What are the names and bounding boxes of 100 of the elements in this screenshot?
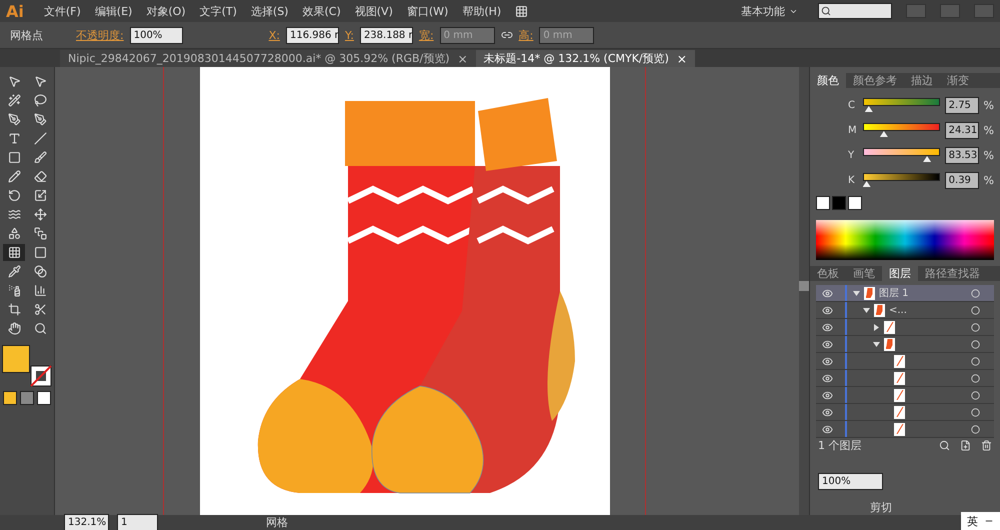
channel-value-field[interactable]: 2.75 (944, 96, 979, 114)
none-mode-swatch[interactable] (37, 391, 51, 405)
color-mode-swatch[interactable] (3, 391, 17, 405)
menu-item[interactable]: 编辑(E) (94, 4, 132, 18)
panel-tab[interactable]: 画笔 (846, 266, 882, 281)
layer-row[interactable] (816, 370, 994, 387)
menu-item[interactable]: 窗口(W) (406, 4, 448, 18)
menu-item[interactable]: 文字(T) (200, 4, 237, 18)
channel-slider[interactable] (862, 123, 940, 137)
channel-value-field[interactable]: 83.53 (944, 146, 979, 164)
clip-label[interactable]: 剪切 (870, 500, 892, 515)
visibility-eye-icon[interactable] (822, 322, 833, 332)
scrollbar-thumb[interactable] (799, 281, 809, 291)
swatch[interactable] (848, 196, 862, 210)
target-circle-icon[interactable] (971, 390, 980, 400)
menu-item[interactable]: 帮助(H) (462, 4, 502, 18)
none-swatch[interactable] (816, 196, 830, 210)
visibility-eye-icon[interactable] (822, 288, 833, 298)
x-label[interactable]: X: (268, 28, 280, 42)
layer-row[interactable]: <... (816, 302, 994, 319)
target-circle-icon[interactable] (971, 408, 980, 416)
slider-thumb[interactable] (864, 106, 873, 112)
layer-thumbnail (894, 354, 905, 368)
panel-tab[interactable]: 颜色 (810, 73, 846, 88)
slider-thumb[interactable] (880, 131, 888, 137)
new-layer-icon[interactable] (960, 440, 971, 451)
pointer-icon (8, 75, 20, 88)
mesh-tool-button[interactable] (3, 244, 25, 261)
caret-right-icon[interactable] (872, 324, 880, 330)
opacity-field[interactable]: 100% (130, 26, 183, 44)
search-field[interactable] (818, 3, 892, 19)
channel-label: C (848, 100, 856, 110)
layer-count: 1 个图层 (818, 438, 862, 453)
panel-tab[interactable]: 描边 (904, 73, 940, 88)
caret-down-icon[interactable] (862, 306, 870, 314)
menu-item[interactable]: 文件(F) (44, 4, 81, 18)
channel-value-field[interactable]: 0.39 (944, 172, 979, 188)
stroke-none-swatch[interactable] (30, 365, 52, 387)
panel-tab[interactable]: 色板 (810, 266, 846, 281)
color-spectrum[interactable] (816, 220, 994, 260)
target-circle-icon[interactable] (971, 322, 980, 332)
layer-row[interactable] (816, 319, 994, 336)
channel-slider[interactable] (862, 98, 940, 112)
visibility-eye-icon[interactable] (822, 338, 833, 350)
stacked-squares-icon (34, 227, 46, 240)
layer-row[interactable] (816, 404, 994, 421)
height-label[interactable]: 高: (518, 28, 534, 42)
gradient-mode-swatch[interactable] (20, 391, 34, 405)
swatch[interactable] (832, 196, 846, 210)
visibility-eye-icon[interactable] (822, 390, 833, 400)
target-circle-icon[interactable] (971, 356, 980, 366)
zoom-field[interactable]: 132.1% (64, 514, 109, 530)
panel-tab[interactable]: 颜色参考 (846, 73, 904, 88)
panel-tab[interactable]: 图层 (882, 266, 918, 281)
target-circle-icon[interactable] (971, 374, 980, 382)
menu-item[interactable]: 效果(C) (302, 4, 341, 18)
visibility-eye-icon[interactable] (822, 356, 833, 366)
page-field[interactable]: 1 (117, 514, 158, 530)
close-tab-button[interactable]: × (458, 52, 468, 66)
close-tab-button[interactable]: × (676, 52, 687, 66)
lasso-icon (34, 94, 46, 107)
panel-tab[interactable]: 路径查找器 (918, 266, 987, 281)
menu-item[interactable]: 对象(O) (146, 4, 186, 18)
document-tab[interactable]: 未标题-14* @ 132.1% (CMYK/预览) × (476, 50, 695, 67)
visibility-eye-icon[interactable] (822, 304, 833, 316)
visibility-eye-icon[interactable] (822, 406, 833, 418)
panel-tab[interactable]: 渐变 (940, 73, 976, 88)
workspace-switcher[interactable]: 基本功能 (735, 2, 804, 20)
channel-value-field[interactable]: 24.31 (944, 122, 979, 138)
target-circle-icon[interactable] (971, 424, 980, 434)
channel-slider[interactable] (862, 173, 940, 187)
target-circle-icon[interactable] (971, 288, 980, 298)
opacity-label[interactable]: 不透明度: (76, 28, 124, 42)
layer-row[interactable] (816, 421, 994, 438)
link-icon[interactable] (500, 29, 513, 41)
caret-down-icon[interactable] (852, 290, 860, 296)
layer-row[interactable] (816, 387, 994, 404)
layer-row[interactable] (816, 336, 994, 353)
opacity-field[interactable]: 100% (818, 473, 883, 490)
channel-slider[interactable] (862, 148, 940, 162)
fill-swatch[interactable] (2, 345, 30, 373)
target-circle-icon[interactable] (971, 306, 980, 314)
menu-item[interactable]: 选择(S) (250, 4, 288, 18)
width-label[interactable]: 宽: (418, 28, 434, 42)
search-icon[interactable] (939, 440, 950, 451)
search-icon (821, 6, 831, 16)
slider-thumb[interactable] (862, 181, 871, 187)
visibility-eye-icon[interactable] (822, 424, 833, 434)
document-tab[interactable]: Nipic_29842067_20190830144507728000.ai* @ 305.92% (RGB/预览) × (60, 50, 476, 67)
arrange-documents-icon[interactable] (515, 4, 528, 18)
layer-row[interactable]: 图层 1 (816, 285, 994, 302)
target-circle-icon[interactable] (971, 340, 980, 348)
layer-row[interactable] (816, 353, 994, 370)
visibility-eye-icon[interactable] (822, 372, 833, 384)
y-label[interactable]: Y: (344, 28, 354, 42)
slider-thumb[interactable] (923, 156, 932, 162)
caret-down-icon[interactable] (872, 340, 880, 348)
menu-item[interactable]: 视图(V) (354, 4, 393, 18)
delete-icon[interactable] (981, 440, 992, 451)
layer-thumbnail (864, 286, 875, 300)
